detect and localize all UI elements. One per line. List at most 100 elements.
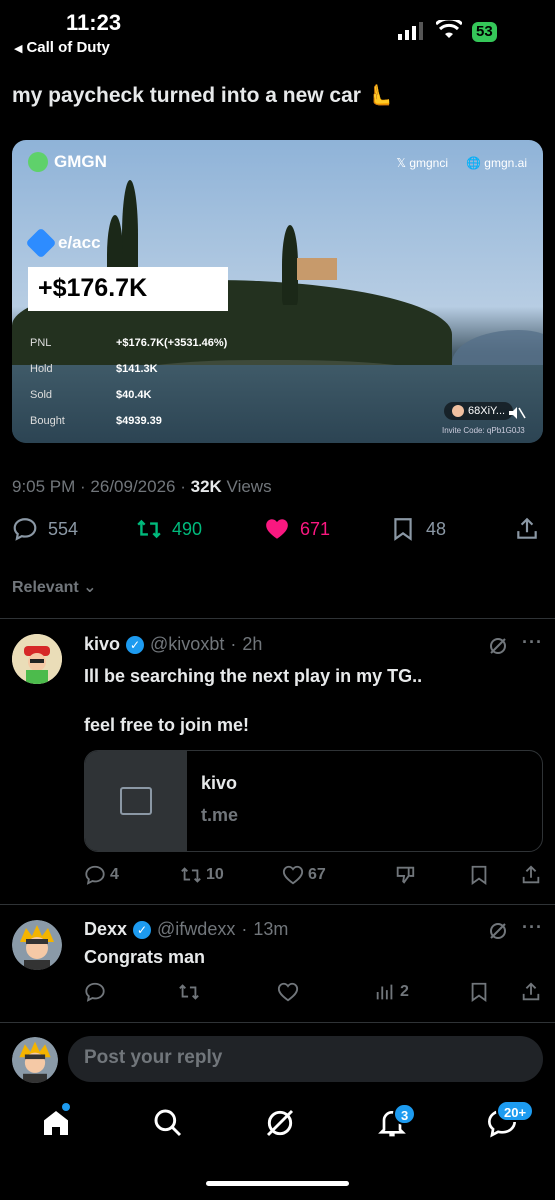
- bookmark-count: 48: [426, 518, 447, 539]
- stat-label: Sold: [30, 389, 53, 401]
- reply-like-button[interactable]: [277, 981, 299, 1003]
- verified-icon: ✓: [126, 635, 145, 654]
- views-label: Views: [226, 477, 272, 496]
- like-button[interactable]: 671: [264, 516, 330, 542]
- back-arrow-icon: ◀: [14, 43, 23, 55]
- post-time: 9:05 PM: [12, 477, 76, 496]
- media-villa: [297, 258, 337, 280]
- globe-icon: 🌐: [466, 156, 485, 170]
- reply-count: 554: [48, 518, 79, 539]
- reply-composer: Post your reply: [0, 1024, 555, 1100]
- reply-bookmark-button[interactable]: [468, 864, 490, 886]
- stat-row: Bought $4939.39: [30, 408, 227, 434]
- reply-dislike-button[interactable]: [394, 864, 416, 886]
- cellular-signal-icon: [398, 22, 423, 40]
- reply-like-button[interactable]: 67: [282, 864, 326, 886]
- status-bar: 11:23 ◀ Call of Duty 53: [0, 0, 555, 62]
- media-handles: 𝕏 gmgnci 🌐 gmgn.ai: [396, 156, 527, 170]
- x-logo-icon: 𝕏: [396, 156, 410, 170]
- verified-icon: ✓: [133, 920, 152, 939]
- bookmark-icon: [471, 982, 487, 1003]
- reply-share-button[interactable]: [520, 981, 542, 1003]
- reply-icon: [85, 865, 105, 885]
- media-cypress: [282, 225, 298, 305]
- repost-button[interactable]: 490: [136, 516, 202, 542]
- grok-icon[interactable]: [264, 1107, 296, 1139]
- link-card[interactable]: kivo t.me: [84, 750, 543, 852]
- mute-icon[interactable]: [508, 406, 526, 420]
- tab-bar: 3 20+: [0, 1095, 555, 1200]
- stat-row: Hold $141.3K: [30, 356, 227, 382]
- reply-age: 2h: [242, 634, 263, 654]
- bookmark-icon: [471, 865, 487, 886]
- reply-author[interactable]: kivo ✓ @kivoxbt · 2h: [84, 634, 262, 655]
- home-indicator: [206, 1181, 349, 1186]
- stat-value: $141.3K: [116, 363, 158, 375]
- more-options-icon[interactable]: ···: [522, 632, 543, 653]
- stat-value: $40.4K: [116, 389, 152, 401]
- separator-dot: ·: [230, 634, 237, 654]
- my-avatar[interactable]: [12, 1037, 58, 1083]
- share-button[interactable]: [514, 516, 540, 542]
- reply-reply-button[interactable]: 4: [84, 864, 119, 886]
- back-app-label: Call of Duty: [26, 39, 110, 56]
- reply-button[interactable]: 554: [12, 516, 78, 542]
- stats-table: PNL +$176.7K(+3531.46%) Hold $141.3K Sold $…: [30, 330, 227, 434]
- post-media[interactable]: GMGN 𝕏 gmgnci 🌐 gmgn.ai e/acc +$176.7K P…: [12, 140, 543, 443]
- back-to-app-button[interactable]: ◀ Call of Duty: [14, 39, 110, 56]
- avatar-image: [12, 634, 62, 684]
- home-unread-dot: [62, 1103, 70, 1111]
- site-text: gmgn.ai: [484, 156, 527, 170]
- reply-author[interactable]: Dexx ✓ @ifwdexx · 13m: [84, 919, 288, 940]
- author-handle: @kivoxbt: [150, 634, 225, 654]
- reply-icon: [85, 982, 105, 1002]
- repost-icon: [181, 867, 201, 883]
- repost-icon: [179, 984, 199, 1000]
- card-domain: t.me: [201, 805, 239, 825]
- reply-input[interactable]: Post your reply: [68, 1036, 543, 1082]
- card-thumbnail: [85, 751, 187, 851]
- post-date: 26/09/2026: [90, 477, 176, 496]
- author-name: Dexx: [84, 919, 128, 939]
- reply-repost-button[interactable]: [178, 981, 200, 1003]
- sort-dropdown[interactable]: Relevant ⌄: [12, 577, 97, 597]
- stat-row: Sold $40.4K: [30, 382, 227, 408]
- avatar[interactable]: [12, 920, 62, 970]
- chevron-down-icon: ⌄: [83, 579, 97, 596]
- repost-count: 10: [206, 866, 224, 883]
- author-name: kivo: [84, 634, 121, 654]
- card-title: kivo: [201, 773, 238, 793]
- reply-bookmark-button[interactable]: [468, 981, 490, 1003]
- notifications-badge: 3: [393, 1103, 417, 1125]
- document-icon: [120, 787, 152, 815]
- grok-icon[interactable]: [488, 636, 508, 656]
- more-options-icon[interactable]: ···: [522, 917, 543, 938]
- reply-repost-button[interactable]: 10: [180, 864, 224, 886]
- reply-share-button[interactable]: [520, 864, 542, 886]
- stat-value: +$176.7K(+3531.46%): [116, 337, 228, 349]
- search-icon[interactable]: [152, 1107, 184, 1139]
- reply-icon: [13, 518, 37, 541]
- gmgn-brand: GMGN: [54, 152, 107, 171]
- home-icon[interactable]: [40, 1107, 72, 1139]
- wallet-avatar: [452, 405, 464, 417]
- stat-label: Bought: [30, 415, 65, 427]
- reply-views-button[interactable]: 2: [374, 981, 409, 1003]
- heart-icon: [277, 982, 299, 1002]
- stat-row: PNL +$176.7K(+3531.46%): [30, 330, 227, 356]
- separator-dot: ·: [241, 919, 248, 939]
- views-count: 2: [400, 983, 409, 1000]
- share-icon: [522, 982, 540, 1001]
- divider: [0, 618, 555, 619]
- bookmark-button[interactable]: 48: [390, 516, 446, 542]
- avatar[interactable]: [12, 634, 62, 684]
- repost-count: 490: [172, 518, 203, 539]
- analytics-icon: [376, 984, 393, 1000]
- repost-icon: [137, 519, 161, 539]
- reply-reply-button[interactable]: [84, 981, 106, 1003]
- avatar-image: [12, 920, 62, 970]
- author-handle: @ifwdexx: [157, 919, 236, 939]
- x-handle-text: gmgnci: [409, 156, 449, 170]
- battery-indicator: 53: [472, 22, 497, 42]
- grok-icon[interactable]: [488, 921, 508, 941]
